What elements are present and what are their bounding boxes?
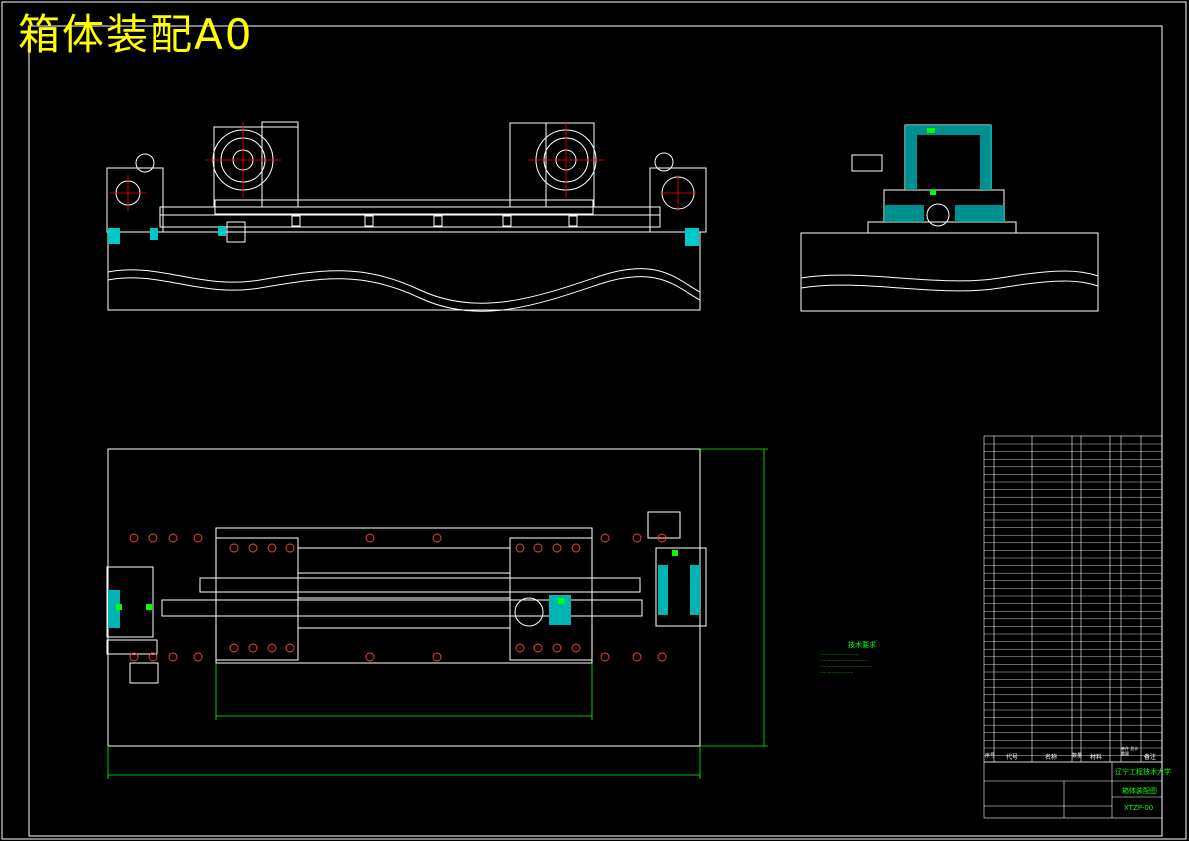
header-name: 名称: [1045, 754, 1058, 761]
parts-list: [983, 435, 1163, 763]
note-line: ·····································: [820, 658, 868, 663]
note-line: ·······························: [820, 652, 860, 657]
parts-list-rows: [984, 443, 1162, 756]
note-line: ········································…: [820, 664, 873, 669]
technical-requirements-title: 技术要求: [848, 641, 876, 649]
drawing-sheet: [1, 1, 1187, 840]
school-name: 辽宁工程技术大学: [1115, 768, 1171, 776]
side-green: [927, 128, 936, 195]
header-code: 代号: [1006, 754, 1019, 761]
drawing-title: 箱体装配A0: [18, 10, 254, 59]
front-view: [106, 121, 707, 312]
header-weight: 单件 总计 重量: [1121, 746, 1139, 756]
header-material: 材料: [1090, 754, 1103, 761]
front-center-marks: [110, 122, 696, 211]
side-hatch: [884, 125, 1005, 222]
drawing-name: 箱体装配图: [1122, 787, 1157, 795]
plan-view: [106, 448, 707, 747]
inner-border: [28, 25, 1163, 837]
drawing-number: XTZP-00: [1124, 804, 1154, 812]
header-qty: 数量: [1072, 753, 1083, 759]
plan-hatch: [108, 565, 700, 628]
dimension-lines: [107, 448, 768, 779]
side-view: [800, 124, 1099, 312]
header-remark: 备注: [1144, 754, 1157, 761]
header-no: 序号: [985, 753, 996, 759]
front-bolts: [226, 215, 578, 243]
front-hatch: [108, 226, 699, 246]
note-line: ··························: [820, 670, 854, 675]
